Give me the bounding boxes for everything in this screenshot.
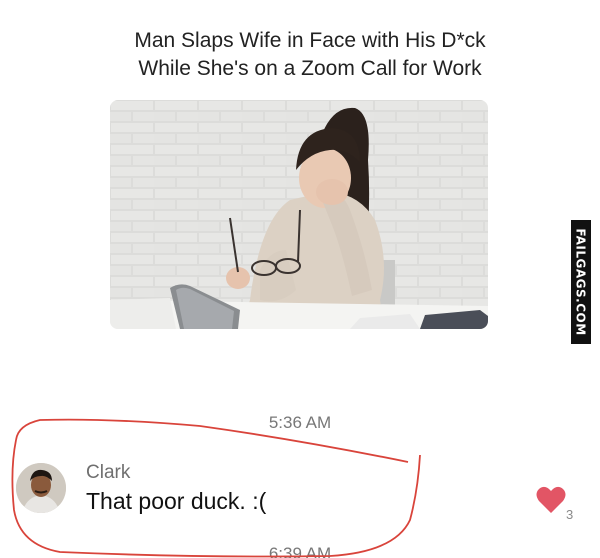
site-watermark: FAILGAGS.COM xyxy=(571,220,591,344)
like-count: 3 xyxy=(566,507,574,522)
heart-icon xyxy=(536,486,566,513)
article-photo[interactable] xyxy=(110,100,488,329)
article-title-line-1: Man Slaps Wife in Face with His D*ck xyxy=(134,29,486,52)
watermark-text: FAILGAGS.COM xyxy=(574,228,589,336)
screenshot: Man Slaps Wife in Face with His D*ck Whi… xyxy=(0,0,600,558)
woman-at-desk-image xyxy=(110,100,488,329)
message-text: That poor duck. :( xyxy=(86,488,267,514)
avatar[interactable] xyxy=(16,463,66,513)
article-title-line-2: While She's on a Zoom Call for Work xyxy=(138,57,482,80)
like-button[interactable] xyxy=(536,486,566,514)
message-sender: Clark xyxy=(86,462,131,483)
chat-timestamp: 5:36 AM xyxy=(268,413,332,432)
chat-timestamp-next: 6:39 AM xyxy=(268,544,332,558)
user-photo-icon xyxy=(16,463,66,513)
article-title[interactable]: Man Slaps Wife in Face with His D*ck Whi… xyxy=(60,27,560,83)
